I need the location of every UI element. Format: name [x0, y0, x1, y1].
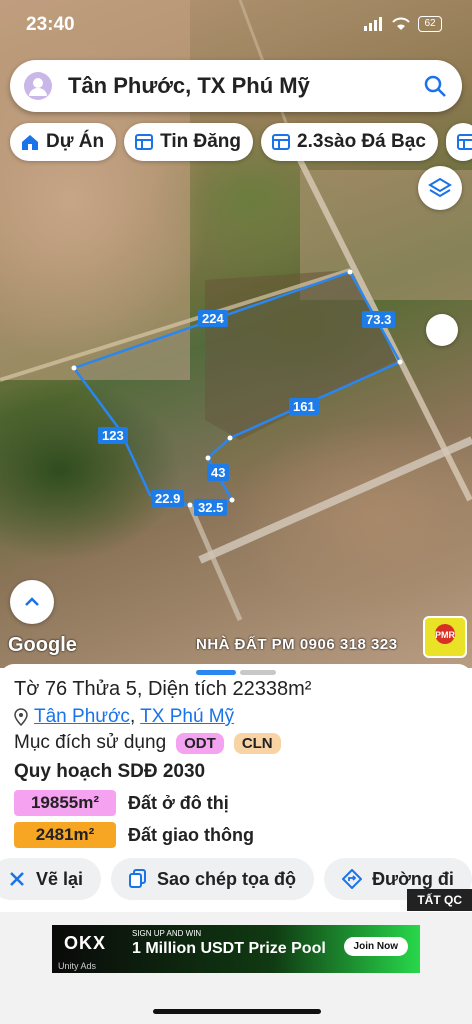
status-bar: 23:40 62: [0, 0, 472, 48]
chip-listing[interactable]: 2.3sào Đá Bạc: [261, 123, 438, 161]
table-icon: [135, 134, 154, 150]
parcel-location: Tân Phước, TX Phú Mỹ: [14, 706, 234, 728]
parcel-info-sheet: Tờ 76 Thửa 5, Diện tích 22338m² Tân Phướ…: [0, 664, 472, 912]
location-ward-link[interactable]: Tân Phước: [34, 706, 130, 727]
filter-chips: Dự Án Tin Đăng 2.3sào Đá Bạc: [10, 123, 472, 163]
chip-more[interactable]: [445, 123, 472, 161]
search-bar[interactable]: Tân Phước, TX Phú Mỹ: [10, 60, 462, 112]
land-use-purpose: Mục đích sử dụng ODT CLN: [14, 732, 281, 754]
directions-icon: [342, 869, 363, 889]
reset-icon: [10, 872, 24, 886]
action-buttons: Vẽ lại Sao chép tọa độ Đường đi: [0, 858, 472, 900]
sheet-handle[interactable]: [240, 670, 276, 675]
measurement-right: 73.3: [362, 311, 396, 328]
ad-cta-button[interactable]: Join Now: [343, 937, 408, 956]
parcel-title: Tờ 76 Thửa 5, Diện tích 22338m²: [14, 678, 312, 700]
wifi-icon: [392, 17, 410, 30]
search-icon[interactable]: [422, 73, 448, 99]
chip-tin-dang[interactable]: Tin Đăng: [124, 123, 254, 161]
table-icon: [456, 134, 472, 150]
chip-label: Tin Đăng: [160, 131, 242, 152]
battery-icon: 62: [418, 16, 442, 32]
location-pin-icon: [14, 708, 28, 726]
chevron-up-icon: [25, 597, 39, 606]
sheet-handle[interactable]: [196, 670, 236, 675]
redraw-button[interactable]: Vẽ lại: [0, 858, 102, 900]
plan-title: Quy hoạch SDĐ 2030: [14, 761, 206, 782]
copy-icon: [129, 869, 147, 888]
measurement-segment: 22.9: [151, 490, 185, 507]
chip-label: 2.3sào Đá Bạc: [297, 131, 426, 152]
zone-label: Đất ở đô thị: [128, 792, 229, 813]
zone-row: 19855m² Đất ở đô thị: [14, 790, 229, 816]
status-time: 23:40: [26, 14, 75, 35]
satellite-map[interactable]: 224 73.3 161 123 43 22.9 32.5 23:40 62 T…: [0, 0, 472, 668]
chip-label: Dự Án: [46, 131, 105, 152]
purpose-tag-odt: ODT: [176, 732, 224, 754]
ad-small-text: SIGN UP AND WIN: [132, 929, 202, 938]
svg-text:PMR: PMR: [435, 630, 456, 640]
chip-du-an[interactable]: Dự Án: [10, 123, 117, 161]
purpose-label: Mục đích sử dụng: [14, 732, 167, 753]
close-ad-button[interactable]: TẤT QC: [407, 889, 472, 911]
measurement-segment: 43: [207, 464, 230, 481]
map-control-dot[interactable]: [426, 314, 458, 346]
ad-banner[interactable]: OKX SIGN UP AND WIN 1 Million USDT Prize…: [52, 925, 420, 973]
avatar[interactable]: [24, 72, 52, 100]
zone-area: 19855m²: [14, 790, 116, 816]
user-icon: [29, 78, 47, 96]
ad-headline: 1 Million USDT Prize Pool: [132, 940, 326, 957]
measurement-top: 224: [198, 310, 228, 327]
search-input[interactable]: Tân Phước, TX Phú Mỹ: [68, 73, 310, 99]
table-icon: [272, 134, 291, 150]
zone-area: 2481m²: [14, 822, 116, 848]
copy-coordinates-button[interactable]: Sao chép tọa độ: [111, 858, 315, 900]
zone-row: 2481m² Đất giao thông: [14, 822, 254, 848]
measurement-left: 123: [98, 427, 128, 444]
measurement-bottom: 161: [289, 398, 319, 415]
layers-icon: [428, 177, 452, 198]
zone-label: Đất giao thông: [128, 824, 254, 845]
ad-brand: OKX: [64, 933, 107, 953]
layers-button[interactable]: [418, 166, 462, 210]
watermark-text: NHÀ ĐẤT PM 0906 318 323: [196, 636, 398, 653]
home-indicator[interactable]: [153, 1009, 321, 1014]
measurement-segment: 32.5: [194, 499, 228, 516]
purpose-tag-cln: CLN: [233, 732, 281, 754]
signal-icon: [364, 17, 382, 31]
home-icon: [22, 135, 38, 150]
agency-logo: PMR: [423, 616, 467, 658]
google-attribution: Google: [8, 634, 77, 656]
location-town-link[interactable]: TX Phú Mỹ: [140, 706, 234, 727]
ad-network-label: Unity Ads: [58, 961, 97, 971]
expand-up-button[interactable]: [10, 580, 54, 624]
